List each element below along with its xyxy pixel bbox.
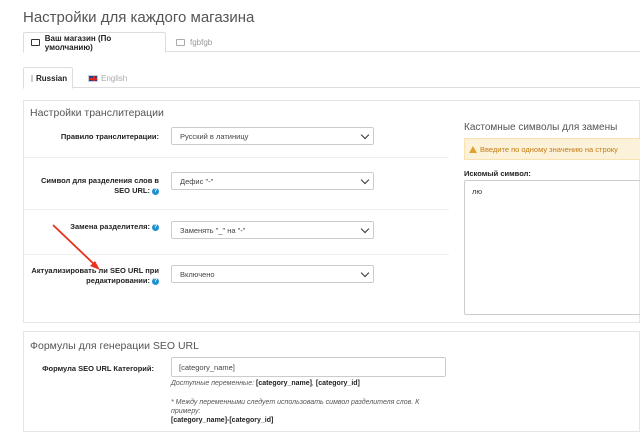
word-separator-label-line2: SEO URL: [114, 186, 150, 195]
folder-icon [176, 39, 185, 46]
formula-note-line1: * Между переменными следует использовать… [171, 399, 420, 406]
update-on-edit-select[interactable]: Включено [171, 265, 374, 283]
separator-replace-label: Замена разделителя:? [70, 222, 159, 232]
search-symbol-textarea[interactable]: лю [464, 180, 640, 315]
tab-english-label: English [101, 73, 128, 83]
separator-replace-value: Заменять "_" на "-" [180, 225, 246, 235]
page-title: Настройки для каждого магазина [23, 9, 255, 26]
tab-english[interactable]: English [81, 67, 134, 89]
warning-icon [469, 145, 477, 153]
word-separator-label: Символ для разделения слов в SEO URL:? [41, 176, 159, 196]
separator-replace-label-text: Замена разделителя: [70, 222, 150, 231]
tab-russian[interactable]: Russian [23, 67, 73, 89]
flag-ru-icon [31, 74, 33, 82]
tab-russian-label: Russian [36, 73, 68, 83]
translit-rule-label: Правило транслитерации: [60, 132, 159, 141]
formula-note-line2: примеру: [171, 408, 201, 415]
update-on-edit-label-line2: редактировании: [86, 276, 150, 285]
custom-symbols-alert-text: Введите по одному значению на строку [480, 144, 618, 154]
chevron-down-icon [360, 175, 370, 185]
formulas-heading: Формулы для генерации SEO URL [30, 340, 199, 352]
transliteration-heading: Настройки транслитерации [30, 107, 164, 119]
row-translit-rule: Правило транслитерации: Русский в латини… [24, 121, 449, 158]
transliteration-panel: Настройки транслитерации Правило трансли… [23, 100, 640, 323]
chevron-down-icon [360, 224, 370, 234]
row-update-on-edit: Актуализировать ли SEO URL при редактиро… [24, 255, 449, 303]
flag-en-icon [88, 74, 98, 82]
row-separator-replace: Замена разделителя:? Заменять "_" на "-" [24, 210, 449, 255]
help-icon[interactable]: ? [152, 223, 159, 231]
custom-symbols-alert: Введите по одному значению на строку [464, 138, 640, 160]
translit-rule-select[interactable]: Русский в латиницу [171, 127, 374, 145]
tab-fgbfgb-store[interactable]: fgbfgb [169, 32, 219, 53]
separator-replace-select[interactable]: Заменять "_" на "-" [171, 221, 374, 239]
custom-symbols-title: Кастомные символы для замены [464, 122, 618, 133]
update-on-edit-value: Включено [180, 269, 215, 279]
category-formula-label: Формула SEO URL Категорий: [42, 364, 154, 373]
store-tabs: Ваш магазин (По умолчанию) fgbfgb [23, 32, 640, 53]
variable-category-id: [category_id] [315, 380, 360, 387]
available-variables: Доступные переменные: [category_name], [… [171, 379, 360, 388]
row-word-separator: Символ для разделения слов в SEO URL:? Д… [24, 158, 449, 210]
word-separator-value: Дефис "-" [180, 176, 214, 186]
category-formula-input[interactable]: [category_name] [171, 357, 446, 377]
tab-default-store[interactable]: Ваш магазин (По умолчанию) [23, 32, 166, 53]
chevron-down-icon [360, 268, 370, 278]
chevron-down-icon [360, 130, 370, 140]
available-variables-prefix: Доступные переменные: [171, 380, 255, 387]
help-icon[interactable]: ? [152, 277, 159, 285]
help-icon[interactable]: ? [152, 187, 159, 195]
word-separator-select[interactable]: Дефис "-" [171, 172, 374, 190]
folder-open-icon [31, 39, 40, 46]
word-separator-label-line1: Символ для разделения слов в [41, 176, 159, 185]
formula-example: [category_name]-[category_id] [171, 417, 274, 424]
update-on-edit-label-line1: Актуализировать ли SEO URL при [31, 266, 159, 275]
tab-fgbfgb-label: fgbfgb [190, 38, 213, 47]
tab-default-store-label: Ваш магазин (По умолчанию) [44, 33, 112, 52]
translit-rule-value: Русский в латиницу [180, 131, 249, 141]
formula-note: * Между переменными следует использовать… [171, 398, 419, 425]
update-on-edit-label: Актуализировать ли SEO URL при редактиро… [31, 266, 159, 286]
formulas-panel: Формулы для генерации SEO URL Формула SE… [23, 331, 640, 432]
language-tabs: Russian English [23, 67, 640, 89]
search-symbol-label: Искомый символ: [464, 169, 531, 178]
variable-category-name: [category_name] [255, 380, 313, 387]
variable-separator: , [312, 380, 314, 387]
